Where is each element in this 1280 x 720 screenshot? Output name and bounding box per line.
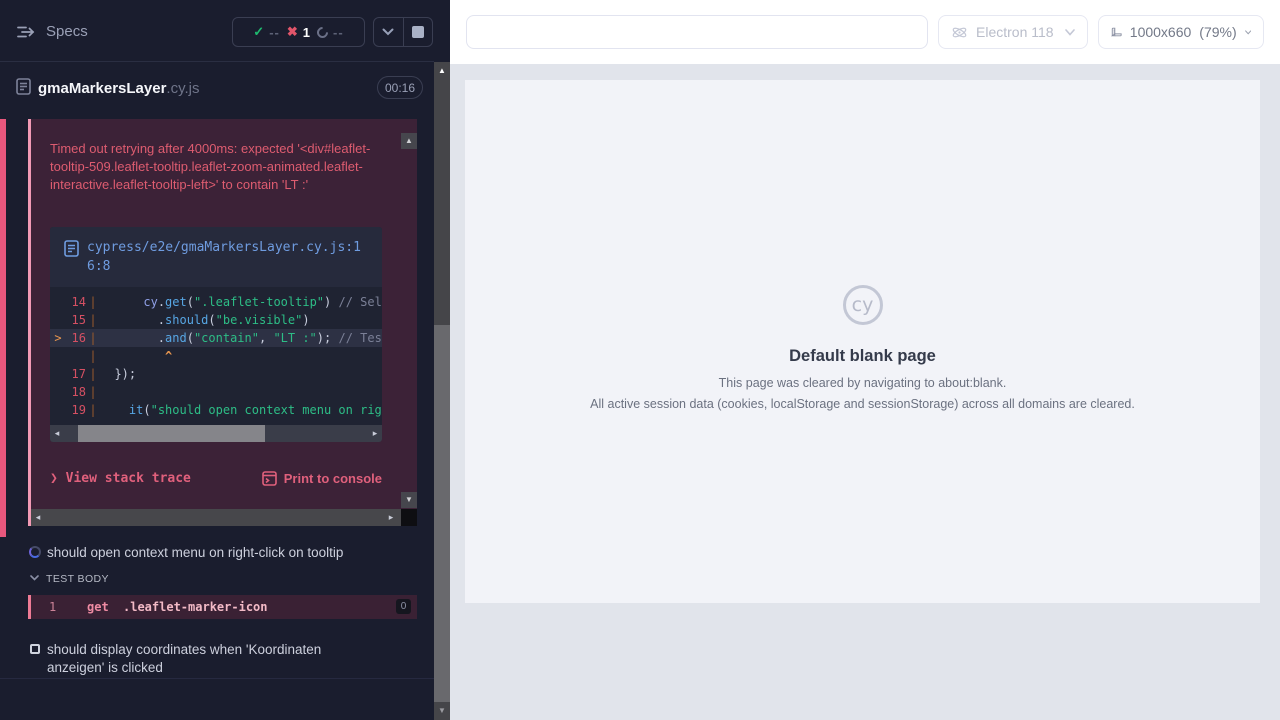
command-method: get [87,600,109,614]
app-stage: cy Default blank page This page was clea… [450,64,1280,720]
error-scroll-up-icon[interactable]: ▲ [401,133,417,149]
print-to-console-button[interactable]: Print to console [262,471,382,486]
pending-ring-icon [315,24,331,40]
chevron-down-icon [1245,29,1251,36]
scroll-right-arrow-icon[interactable]: ▸ [368,426,382,441]
reporter-vertical-scrollbar[interactable]: ▲ ▼ [434,62,450,720]
code-line: | ^ [50,347,382,365]
spec-name: gmaMarkersLayer.cy.js [38,80,199,97]
electron-icon [951,24,968,41]
scroll-left-arrow-icon[interactable]: ◂ [50,426,64,441]
code-line: 15| .should("be.visible") [50,311,382,329]
test-body-section-header[interactable]: TEST BODY [0,571,434,589]
browser-label: Electron 118 [976,24,1054,40]
blank-page-message-2: All active session data (cookies, localS… [465,396,1260,412]
command-number: 1 [49,600,56,614]
url-input[interactable] [466,15,928,49]
scroll-left-arrow-icon[interactable]: ◂ [31,510,45,525]
file-icon [64,240,79,257]
reporter-header: Specs ✓ -- ✖ 1 -- [0,0,434,62]
browser-select-button[interactable]: Electron 118 [938,15,1088,49]
scroll-right-arrow-icon[interactable]: ▸ [384,510,398,525]
error-panel: Timed out retrying after 4000ms: expecte… [31,119,417,509]
test-running-spinner-icon [29,546,41,558]
view-stack-trace-link[interactable]: ❯ View stack trace [50,471,191,486]
test-stats[interactable]: ✓ -- ✖ 1 -- [232,17,365,47]
check-icon: ✓ [253,24,264,40]
spec-row[interactable]: gmaMarkersLayer.cy.js 00:16 [0,63,434,117]
stop-icon [412,26,424,38]
viewport-zoom: (79%) [1199,24,1236,40]
error-vertical-scrollbar[interactable]: ▲ ▼ [401,119,417,509]
code-file-link[interactable]: cypress/e2e/gmaMarkersLayer.cy.js:16:8 [87,238,368,276]
stat-passed: ✓ -- [253,24,280,40]
console-icon [262,471,277,486]
code-line: >16| .and("contain", "LT :"); // Test [50,329,382,347]
stop-button[interactable] [403,18,433,46]
specs-title: Specs [46,23,88,40]
viewport-size-button[interactable]: 1000x660 (79%) [1098,15,1264,49]
code-horizontal-scrollbar[interactable]: ◂ ▸ [50,425,382,442]
error-actions: ❯ View stack trace Print to console [50,471,382,486]
reporter-scroll-down-icon[interactable]: ▼ [434,702,450,720]
code-frame: cypress/e2e/gmaMarkersLayer.cy.js:16:8 1… [50,227,382,442]
aut-blank-page: cy Default blank page This page was clea… [465,80,1260,603]
test-item-pending[interactable]: should display coordinates when 'Koordin… [0,640,434,680]
spec-extension: .cy.js [166,80,199,97]
code-line: 19| it("should open context menu on righ [50,401,382,419]
chevron-down-icon [30,575,39,581]
divider [0,678,434,679]
browser-header: Electron 118 1000x660 (79%) [450,0,1280,64]
spec-file-icon [16,78,31,95]
command-log-row[interactable]: 1 get .leaflet-marker-icon 0 [28,595,417,619]
stat-failed: ✖ 1 [287,24,310,40]
code-lines: 14| cy.get(".leaflet-tooltip") // Sele15… [50,287,382,419]
reporter-scrollbar-thumb[interactable] [434,325,450,702]
code-frame-header: cypress/e2e/gmaMarkersLayer.cy.js:16:8 [50,227,382,287]
command-target: .leaflet-marker-icon [123,600,268,614]
blank-page-title: Default blank page [465,347,1260,366]
viewport-dimensions: 1000x660 [1130,24,1192,40]
code-line: 17| }); [50,365,382,383]
ruler-icon [1111,24,1122,40]
error-region: Timed out retrying after 4000ms: expecte… [28,119,417,526]
test-body-label: TEST BODY [46,573,109,585]
cypress-logo-icon: cy [843,285,883,325]
reporter-scroll-up-icon[interactable]: ▲ [434,64,450,78]
test-item-running[interactable]: should open context menu on right-click … [0,543,434,565]
code-scrollbar-thumb[interactable] [78,425,265,442]
run-controls [373,17,433,47]
command-count-badge: 0 [396,599,411,614]
stat-pending: -- [317,25,344,40]
code-line: 18| [50,383,382,401]
blank-page-message-1: This page was cleared by navigating to a… [465,375,1260,391]
spec-duration-badge: 00:16 [377,76,423,99]
reporter-panel: Specs ✓ -- ✖ 1 -- [0,0,450,720]
chevron-down-icon [1065,29,1075,36]
code-line: 14| cy.get(".leaflet-tooltip") // Sele [50,293,382,311]
error-message: Timed out retrying after 4000ms: expecte… [50,140,380,194]
collapse-chevron-button[interactable] [374,18,403,46]
test-pending-square-icon [30,644,40,654]
cross-icon: ✖ [287,24,298,40]
error-scroll-down-icon[interactable]: ▼ [401,492,417,508]
error-horizontal-scrollbar[interactable]: ◂ ▸ [31,509,417,526]
scrollbar-corner [401,509,417,526]
specs-menu-icon[interactable] [16,24,36,40]
failed-test-indicator-bar [0,119,6,537]
